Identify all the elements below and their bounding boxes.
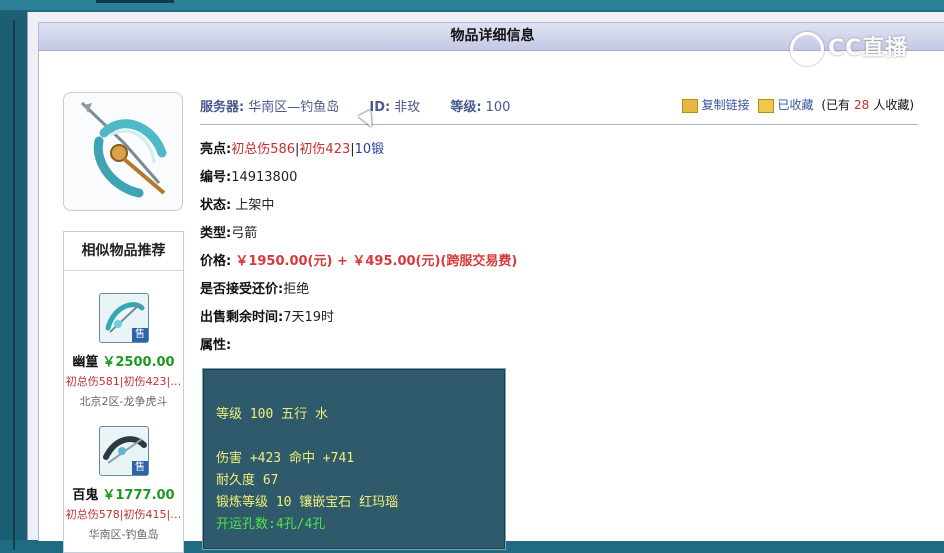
- rail-line: [13, 20, 15, 550]
- status-label: 状态:: [200, 198, 232, 213]
- server-info-bar: 服务器: 华南区—钓鱼岛 ID: 非玫 等级: 100 复制链接 已收藏 (已有 28 人…: [200, 96, 918, 125]
- similar-items-title: 相似物品推荐: [64, 232, 183, 271]
- similar-item-tags: 初总伤581|初伤423|…: [65, 375, 182, 388]
- highlight-tag: 初伤423: [299, 142, 351, 157]
- attr-sockets: 开运孔数:4孔/4孔: [216, 517, 326, 532]
- id-value: 非玫: [394, 100, 421, 115]
- cc-logo-icon: [790, 32, 824, 66]
- attr-durability: 耐久度 67: [216, 473, 279, 488]
- type-label: 类型:: [200, 226, 232, 241]
- attr-refine-gem: 锻炼等级 10 镶嵌宝石 红玛瑙: [216, 495, 399, 510]
- fav-suffix: 人收藏): [873, 98, 914, 112]
- similar-item[interactable]: 售 百鬼 ￥1777.00 初总伤578|初伤415|… 华南区-钓鱼岛: [64, 404, 183, 541]
- similar-item-name[interactable]: 百鬼: [72, 488, 98, 503]
- bargain-row: 是否接受还价:拒绝: [200, 278, 309, 297]
- level-label: 等级:: [450, 100, 482, 115]
- number-value: 14913800: [231, 170, 298, 185]
- price-row: 价格: ￥1950.00(元) + ￥495.00(元)(跨服交易费): [200, 250, 517, 269]
- copy-link-button[interactable]: 复制链接: [702, 98, 750, 112]
- for-sale-badge: 售: [132, 461, 148, 475]
- favorited-button[interactable]: 已收藏: [778, 98, 814, 112]
- attributes-tooltip-box: 等级 100 五行 水 伤害 +423 命中 +741 耐久度 67 锻炼等级 …: [202, 368, 506, 550]
- left-rail: [0, 10, 27, 550]
- cc-live-watermark: CC直播: [790, 30, 908, 66]
- attr-level-element: 等级 100 五行 水: [216, 407, 328, 422]
- similar-item-thumbnail[interactable]: 售: [99, 293, 149, 343]
- attributes-row: 属性:: [200, 334, 231, 353]
- remaining-time-value: 7天19时: [283, 310, 335, 325]
- level-value: 100: [485, 100, 511, 115]
- similar-item-tags: 初总伤578|初伤415|…: [65, 508, 182, 521]
- copy-link-icon[interactable]: [681, 98, 698, 113]
- number-row: 编号:14913800: [200, 166, 297, 185]
- similar-items-panel: 相似物品推荐 售 幽篁 ￥2500.00 初总伤581|初伤423|… 北京2区-…: [63, 231, 184, 553]
- attr-damage-hit: 伤害 +423 命中 +741: [216, 451, 355, 466]
- server-value: 华南区—钓鱼岛: [248, 100, 340, 115]
- server-label: 服务器:: [200, 100, 245, 115]
- status-row: 状态: 上架中: [200, 194, 274, 213]
- number-label: 编号:: [200, 170, 232, 185]
- type-value: 弓箭: [231, 226, 258, 241]
- watermark-text: CC直播: [828, 36, 909, 61]
- highlight-row: 亮点:初总伤586|初伤423|10锻: [200, 138, 384, 157]
- fav-prefix: (已有: [821, 98, 851, 112]
- item-actions: 复制链接 已收藏 (已有 28 人收藏): [681, 96, 918, 113]
- type-row: 类型:弓箭: [200, 222, 257, 241]
- similar-item[interactable]: 售 幽篁 ￥2500.00 初总伤581|初伤423|… 北京2区-龙争虎斗: [64, 271, 183, 408]
- remaining-time-label: 出售剩余时间:: [200, 310, 284, 325]
- price-value: ￥1950.00(元) + ￥495.00(元)(跨服交易费): [235, 254, 518, 269]
- remaining-time-row: 出售剩余时间:7天19时: [200, 306, 334, 325]
- similar-item-name-price[interactable]: 百鬼 ￥1777.00: [64, 484, 183, 503]
- bargain-label: 是否接受还价:: [200, 282, 284, 297]
- fav-count: 28: [854, 98, 870, 112]
- similar-item-price: ￥1777.00: [102, 488, 175, 503]
- bow-weapon-icon: [80, 101, 167, 198]
- highlight-label: 亮点:: [200, 142, 232, 157]
- similar-item-name[interactable]: 幽篁: [72, 355, 98, 370]
- item-image: [63, 92, 183, 211]
- favorite-icon[interactable]: [757, 98, 774, 113]
- bargain-value: 拒绝: [283, 282, 310, 297]
- status-value: 上架中: [235, 198, 275, 213]
- highlight-tag: 初总伤586: [231, 142, 296, 157]
- attributes-label: 属性:: [200, 338, 232, 353]
- for-sale-badge: 售: [132, 328, 148, 342]
- similar-item-name-price[interactable]: 幽篁 ￥2500.00: [64, 351, 183, 370]
- highlight-tag: 10锻: [354, 142, 385, 157]
- similar-item-price: ￥2500.00: [102, 355, 175, 370]
- top-tab[interactable]: [96, 0, 174, 3]
- price-label: 价格:: [200, 254, 232, 269]
- similar-item-thumbnail[interactable]: 售: [99, 426, 149, 476]
